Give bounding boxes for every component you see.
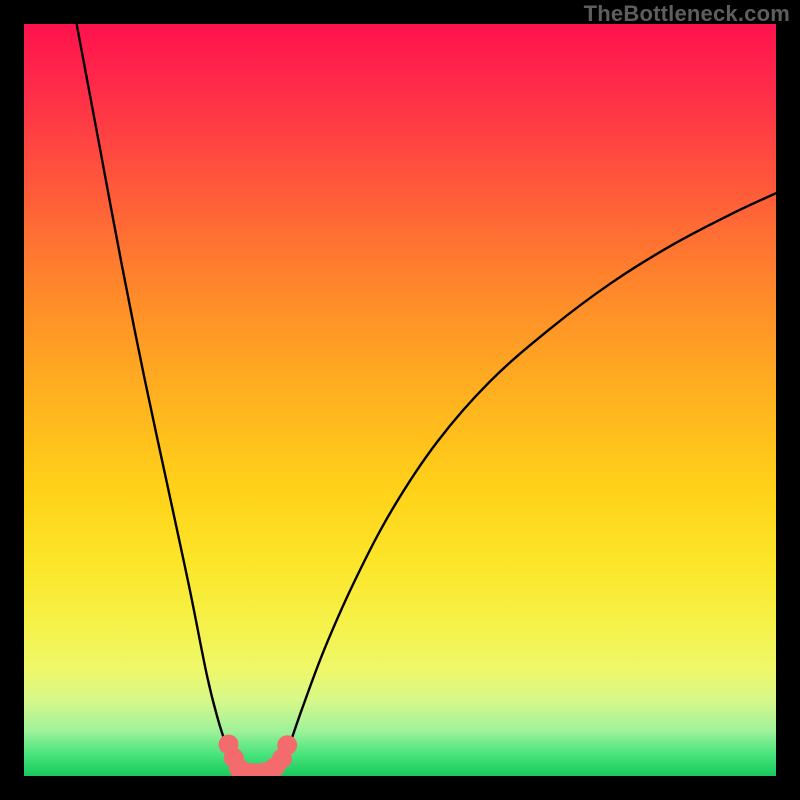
bottleneck-curve (77, 24, 776, 775)
attribution-label: TheBottleneck.com (584, 1, 790, 27)
plot-area (24, 24, 776, 776)
valley-marker (277, 735, 297, 755)
valley-markers-group (219, 734, 298, 776)
outer-frame: TheBottleneck.com (0, 0, 800, 800)
curve-svg (24, 24, 776, 776)
